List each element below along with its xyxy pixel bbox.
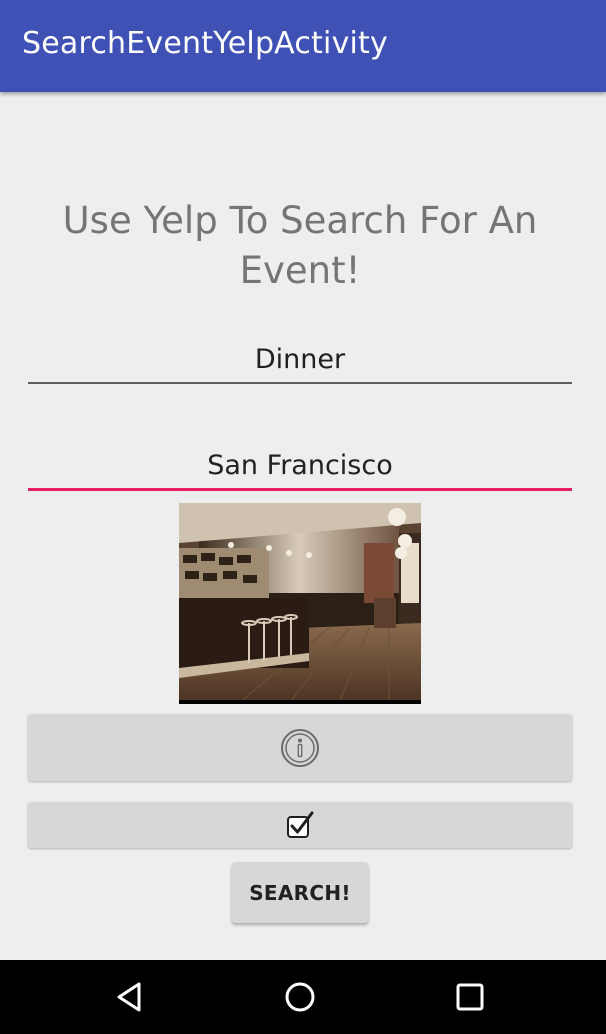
recent-apps-square-icon [456,983,484,1011]
checkbox-checked-icon [287,811,314,838]
info-icon [281,728,319,767]
checkbox-button[interactable] [28,802,572,848]
app-title: SearchEventYelpActivity [22,26,388,61]
back-triangle-icon [117,982,141,1012]
restaurant-photo [179,503,421,704]
navigation-bar [0,960,606,1034]
page-heading: Use Yelp To Search For An Event! [62,199,538,292]
search-button[interactable]: SEARCH! [232,862,368,923]
back-button[interactable] [100,972,160,1022]
search-term-input[interactable] [28,336,572,384]
home-button[interactable] [270,972,330,1022]
app-bar: SearchEventYelpActivity [0,0,606,92]
info-button[interactable] [28,714,572,781]
recent-apps-button[interactable] [440,972,500,1022]
home-circle-icon [285,982,315,1012]
screen: SearchEventYelpActivity Use Yelp To Sear… [0,0,606,1034]
location-input[interactable] [28,442,572,491]
